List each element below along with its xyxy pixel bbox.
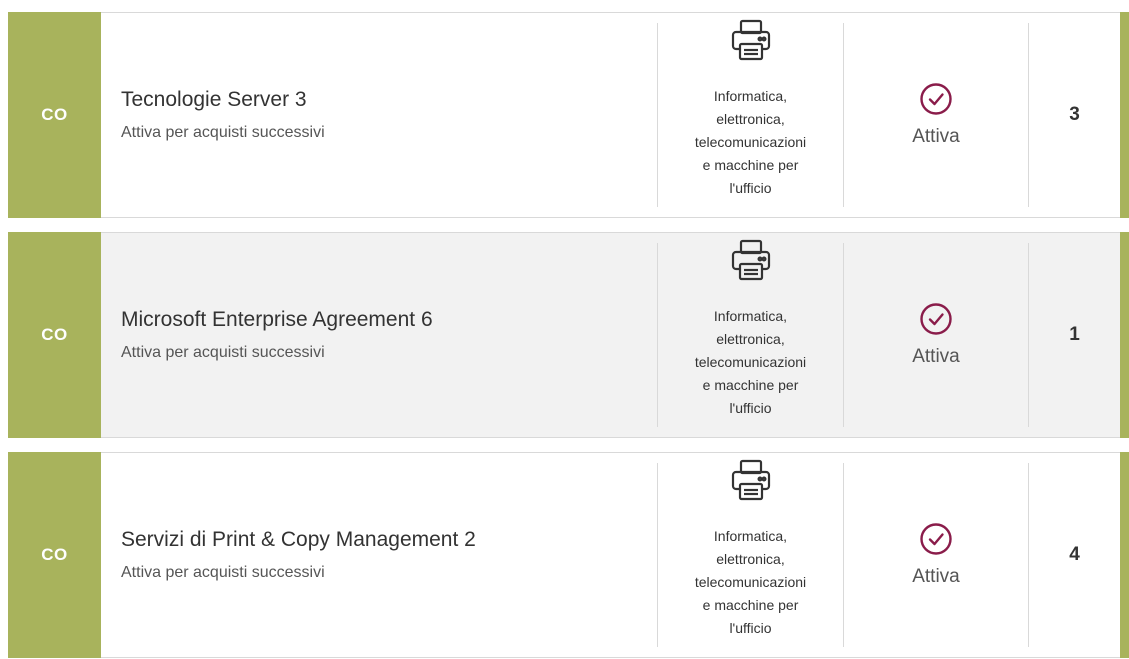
- item-count: 3: [1069, 104, 1080, 125]
- category-label: Informatica, elettronica, telecomunicazi…: [666, 85, 836, 200]
- count-column: 1: [1029, 233, 1120, 437]
- item-subtitle: Attiva per acquisti successivi: [121, 124, 325, 141]
- check-circle-icon: [920, 83, 952, 115]
- item-title[interactable]: Microsoft Enterprise Agreement 6: [121, 308, 641, 332]
- count-column: 4: [1029, 453, 1120, 657]
- type-label: CO: [41, 325, 68, 344]
- status-label: Attiva: [912, 346, 960, 367]
- printer-icon: [731, 239, 770, 281]
- count-column: 3: [1029, 13, 1120, 217]
- accent-edge: [1120, 452, 1129, 658]
- item-count: 4: [1069, 544, 1080, 565]
- item-count: 1: [1069, 324, 1080, 345]
- title-column: Servizi di Print & Copy Management 2 Att…: [121, 453, 641, 657]
- printer-icon: [731, 459, 770, 501]
- initiative-list: CO Tecnologie Server 3 Attiva per acquis…: [0, 0, 1129, 659]
- title-column: Tecnologie Server 3 Attiva per acquisti …: [121, 13, 641, 217]
- type-label: CO: [41, 545, 68, 564]
- category-line: elettronica,: [716, 551, 785, 567]
- category-line: telecomunicazioni: [694, 134, 807, 150]
- check-circle-icon: [920, 523, 952, 555]
- category-column: Informatica, elettronica, telecomunicazi…: [658, 453, 843, 657]
- accent-edge: [1120, 232, 1129, 438]
- type-badge: CO: [8, 232, 101, 438]
- list-item[interactable]: CO Tecnologie Server 3 Attiva per acquis…: [8, 12, 1129, 218]
- status-label: Attiva: [912, 126, 960, 147]
- category-line: telecomunicazioni: [694, 574, 807, 590]
- type-badge: CO: [8, 452, 101, 658]
- type-label: CO: [41, 105, 68, 124]
- category-line: Informatica,: [713, 308, 788, 324]
- category-line: e macchine per: [702, 377, 799, 393]
- list-item[interactable]: CO Microsoft Enterprise Agreement 6 Atti…: [8, 232, 1129, 438]
- category-line: e macchine per: [702, 157, 799, 173]
- category-line: e macchine per: [702, 597, 799, 613]
- category-column: Informatica, elettronica, telecomunicazi…: [658, 13, 843, 217]
- item-title[interactable]: Tecnologie Server 3: [121, 88, 641, 112]
- item-subtitle: Attiva per acquisti successivi: [121, 344, 325, 361]
- status-label: Attiva: [912, 566, 960, 587]
- accent-edge: [1120, 12, 1129, 218]
- category-column: Informatica, elettronica, telecomunicazi…: [658, 233, 843, 437]
- status-column: Attiva: [844, 13, 1028, 217]
- category-line: telecomunicazioni: [694, 354, 807, 370]
- check-circle-icon: [920, 303, 952, 335]
- title-column: Microsoft Enterprise Agreement 6 Attiva …: [121, 233, 641, 437]
- status-column: Attiva: [844, 233, 1028, 437]
- list-item[interactable]: CO Servizi di Print & Copy Management 2 …: [8, 452, 1129, 658]
- item-subtitle: Attiva per acquisti successivi: [121, 564, 325, 581]
- category-line: l'ufficio: [729, 400, 772, 416]
- category-line: elettronica,: [716, 331, 785, 347]
- item-title[interactable]: Servizi di Print & Copy Management 2: [121, 528, 641, 552]
- category-line: elettronica,: [716, 111, 785, 127]
- category-label: Informatica, elettronica, telecomunicazi…: [666, 305, 836, 420]
- category-line: l'ufficio: [729, 180, 772, 196]
- printer-icon: [731, 19, 770, 61]
- category-line: l'ufficio: [729, 620, 772, 636]
- category-line: Informatica,: [713, 528, 788, 544]
- status-column: Attiva: [844, 453, 1028, 657]
- type-badge: CO: [8, 12, 101, 218]
- category-label: Informatica, elettronica, telecomunicazi…: [666, 525, 836, 640]
- category-line: Informatica,: [713, 88, 788, 104]
